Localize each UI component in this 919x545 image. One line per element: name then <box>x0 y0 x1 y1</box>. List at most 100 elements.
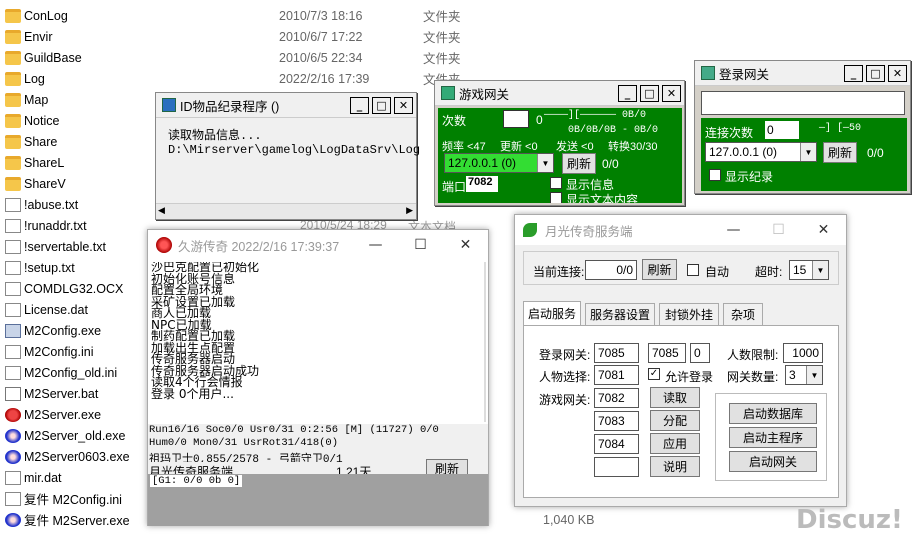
send-text: 发送 <0 <box>556 141 594 153</box>
maximize-icon[interactable]: □ <box>640 84 659 102</box>
minimize-icon[interactable]: _ <box>350 96 369 114</box>
minimize-icon[interactable]: — <box>353 237 398 253</box>
minimize-icon[interactable]: — <box>711 222 756 238</box>
freq-text: 频率 <47 <box>442 141 486 153</box>
login-gate-window[interactable]: 登录网关 _ □ ✕ 连接次数 0 —] [—50 127.0.0.1 (0) … <box>694 60 911 194</box>
login-port-2[interactable]: 7085 <box>648 343 686 363</box>
maximize-icon[interactable]: ☐ <box>756 222 801 238</box>
tab-misc[interactable]: 杂项 <box>723 303 763 325</box>
start-main-button[interactable]: 启动主程序 <box>729 427 817 448</box>
minimize-icon[interactable]: _ <box>618 84 637 102</box>
document-icon <box>5 218 21 233</box>
file-row[interactable]: Envir 2010/6/7 17:22 文件夹 <box>0 26 470 47</box>
folder-icon <box>5 134 21 149</box>
moonlight-server-window[interactable]: 月光传奇服务端 — ☐ ✕ 当前连接: 0/0 刷新 自动 超时: 15 ▼ 启… <box>514 214 847 507</box>
login-port-2-value: 7085 <box>652 346 679 360</box>
char-select-label: 人物选择: <box>539 370 591 384</box>
read-button[interactable]: 读取 <box>650 387 700 408</box>
file-name: Log <box>24 71 45 86</box>
conn-count: 0/0 <box>867 146 884 160</box>
game-port-2[interactable]: 7083 <box>594 411 639 431</box>
maximize-icon[interactable]: ☐ <box>398 237 443 253</box>
allocate-button[interactable]: 分配 <box>650 410 700 431</box>
folder-icon <box>5 113 21 128</box>
start-gate-button[interactable]: 启动网关 <box>729 451 817 472</box>
apply-button[interactable]: 应用 <box>650 433 700 454</box>
close-icon[interactable]: ✕ <box>801 222 846 238</box>
id-log-window[interactable]: ID物品纪录程序 () _ □ ✕ 读取物品信息... D:\Mirserver… <box>155 92 420 220</box>
file-row[interactable]: GuildBase 2010/6/5 22:34 文件夹 <box>0 47 470 68</box>
gate-count-select[interactable]: 3 ▼ <box>785 365 823 385</box>
document-icon <box>5 260 21 275</box>
refresh-button[interactable]: 刷新 <box>562 153 596 174</box>
jiuyou-titlebar[interactable]: 久游传奇 2022/2/16 17:39:37 — ☐ ✕ <box>148 230 488 260</box>
scroll-left-icon[interactable]: ◀ <box>158 205 165 216</box>
ip-select[interactable]: 127.0.0.1 (0) ▼ <box>705 142 817 162</box>
ip-value: 127.0.0.1 (0) <box>709 145 778 159</box>
allow-login-checkbox[interactable]: ✓ <box>648 368 660 380</box>
close-icon[interactable]: ✕ <box>443 237 488 253</box>
game-port-1[interactable]: 7082 <box>594 388 639 408</box>
times-value: 0 <box>536 113 543 127</box>
chevron-down-icon[interactable]: ▼ <box>537 154 553 172</box>
jiuyou-window[interactable]: 久游传奇 2022/2/16 17:39:37 — ☐ ✕ 沙巴克配置已初始化初… <box>147 229 489 526</box>
moonlight-titlebar[interactable]: 月光传奇服务端 — ☐ ✕ <box>515 215 846 245</box>
port-field[interactable]: 7082 <box>466 176 498 192</box>
conn-field[interactable]: 0/0 <box>585 260 637 280</box>
file-date: 2010/6/5 22:34 <box>279 50 363 65</box>
login-port-1-value: 7085 <box>598 346 625 360</box>
minimize-icon[interactable]: _ <box>844 64 863 82</box>
window-title: ID物品纪录程序 () <box>180 99 280 114</box>
chevron-down-icon[interactable]: ▼ <box>806 366 822 384</box>
file-type: 文件夹 <box>423 10 461 24</box>
refresh-button[interactable]: 刷新 <box>823 142 857 163</box>
login-port-3[interactable]: 0 <box>690 343 710 363</box>
close-icon[interactable]: ✕ <box>662 84 681 102</box>
timeout-select[interactable]: 15 ▼ <box>789 260 829 280</box>
char-port-value: 7081 <box>598 368 625 382</box>
auto-checkbox[interactable] <box>687 264 699 276</box>
show-record-checkbox[interactable] <box>709 169 721 181</box>
scroll-right-icon[interactable]: ▶ <box>406 205 413 216</box>
grid-text: [G1: 0/0 0b 0] <box>150 475 243 487</box>
document-icon <box>5 197 21 212</box>
game-port-3[interactable]: 7084 <box>594 434 639 454</box>
ip-select[interactable]: 127.0.0.1 (0) ▼ <box>444 153 554 173</box>
convert-text: 转换30/30 <box>608 141 658 153</box>
chevron-down-icon[interactable]: ▼ <box>812 261 828 279</box>
game-gate-panel: 次数 0 ————][—————— 0B/0 0B/0B/0B - 0B/0 频… <box>438 108 682 203</box>
tab-start-service[interactable]: 启动服务 <box>523 301 581 325</box>
tab-block-cheats[interactable]: 封锁外挂 <box>659 303 719 325</box>
maximize-icon[interactable]: □ <box>866 64 885 82</box>
refresh-button[interactable]: 刷新 <box>642 259 677 280</box>
explain-button[interactable]: 说明 <box>650 456 700 477</box>
game-port-4[interactable] <box>594 457 639 477</box>
vertical-scrollbar[interactable] <box>484 262 486 422</box>
close-icon[interactable]: ✕ <box>888 64 907 82</box>
folder-icon <box>5 8 21 23</box>
game-gate-label: 游戏网关: <box>539 393 591 407</box>
start-database-button[interactable]: 启动数据库 <box>729 403 817 424</box>
file-row[interactable]: ConLog 2010/7/3 18:16 文件夹 <box>0 5 470 26</box>
char-port[interactable]: 7081 <box>594 365 639 385</box>
login-gate-titlebar[interactable]: 登录网关 _ □ ✕ <box>695 61 910 86</box>
show-info-checkbox[interactable] <box>550 177 562 189</box>
game-gate-window[interactable]: 游戏网关 _ □ ✕ 次数 0 ————][—————— 0B/0 0B/0B/… <box>434 80 685 206</box>
show-text-label: 显示文本内容 <box>566 193 639 203</box>
limit-field[interactable]: 1000 <box>783 343 823 363</box>
maximize-icon[interactable]: □ <box>372 96 391 114</box>
id-log-titlebar[interactable]: ID物品纪录程序 () _ □ ✕ <box>156 93 416 118</box>
chevron-down-icon[interactable]: ▼ <box>800 143 816 161</box>
tab-server-settings[interactable]: 服务器设置 <box>585 303 655 325</box>
status-line: 读取物品信息... <box>168 129 262 143</box>
login-port-1[interactable]: 7085 <box>594 343 639 363</box>
leaf-icon <box>523 223 537 237</box>
conn-times-field[interactable]: 0 <box>765 121 799 139</box>
game-gate-titlebar[interactable]: 游戏网关 _ □ ✕ <box>435 81 684 106</box>
batch-file-icon <box>5 386 21 401</box>
horizontal-scrollbar[interactable]: ◀ ▶ <box>156 203 416 219</box>
show-text-checkbox[interactable] <box>550 192 562 203</box>
file-row[interactable]: Log2022/2/16 17:39文件夹 <box>0 68 470 89</box>
close-icon[interactable]: ✕ <box>394 96 413 114</box>
game-port-3-value: 7084 <box>598 437 625 451</box>
